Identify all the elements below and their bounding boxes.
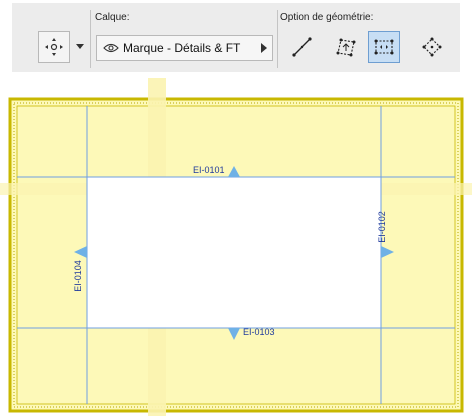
polygon-geometry-icon <box>336 38 356 57</box>
marker-label-ei-0101: EI-0101 <box>193 165 225 175</box>
chevron-down-icon <box>76 44 84 49</box>
chevron-right-icon <box>261 43 267 53</box>
toolbar-separator <box>90 10 91 68</box>
room-area <box>87 177 381 328</box>
marker-label-ei-0103: EI-0103 <box>243 327 275 337</box>
rotated-rectangle-geometry-icon <box>422 37 442 57</box>
move-target-icon <box>45 38 63 56</box>
marker-label-ei-0104: EI-0104 <box>72 260 83 292</box>
geometry-line-button[interactable] <box>286 31 318 63</box>
marker-label-ei-0102: EI-0102 <box>376 211 387 243</box>
pick-tool-dropdown[interactable] <box>72 31 88 63</box>
drawing-canvas[interactable] <box>0 78 472 416</box>
layer-select[interactable]: Marque - Détails & FT <box>96 35 273 61</box>
toolbar: Calque: Marque - Détails & FT Option de … <box>12 3 460 72</box>
line-geometry-icon <box>292 37 312 57</box>
geometry-rectangle-button[interactable] <box>368 31 400 63</box>
layer-select-value: Marque - Détails & FT <box>123 41 241 55</box>
layer-caption: Calque: <box>95 12 130 23</box>
pick-tool-button[interactable] <box>38 31 70 63</box>
toolbar-separator <box>277 10 278 68</box>
eye-icon <box>103 43 119 53</box>
geometry-polygon-button[interactable] <box>330 31 362 63</box>
rectangle-geometry-icon <box>374 39 394 55</box>
geometry-caption: Option de géométrie: <box>280 12 374 23</box>
geometry-rotated-rectangle-button[interactable] <box>416 31 448 63</box>
